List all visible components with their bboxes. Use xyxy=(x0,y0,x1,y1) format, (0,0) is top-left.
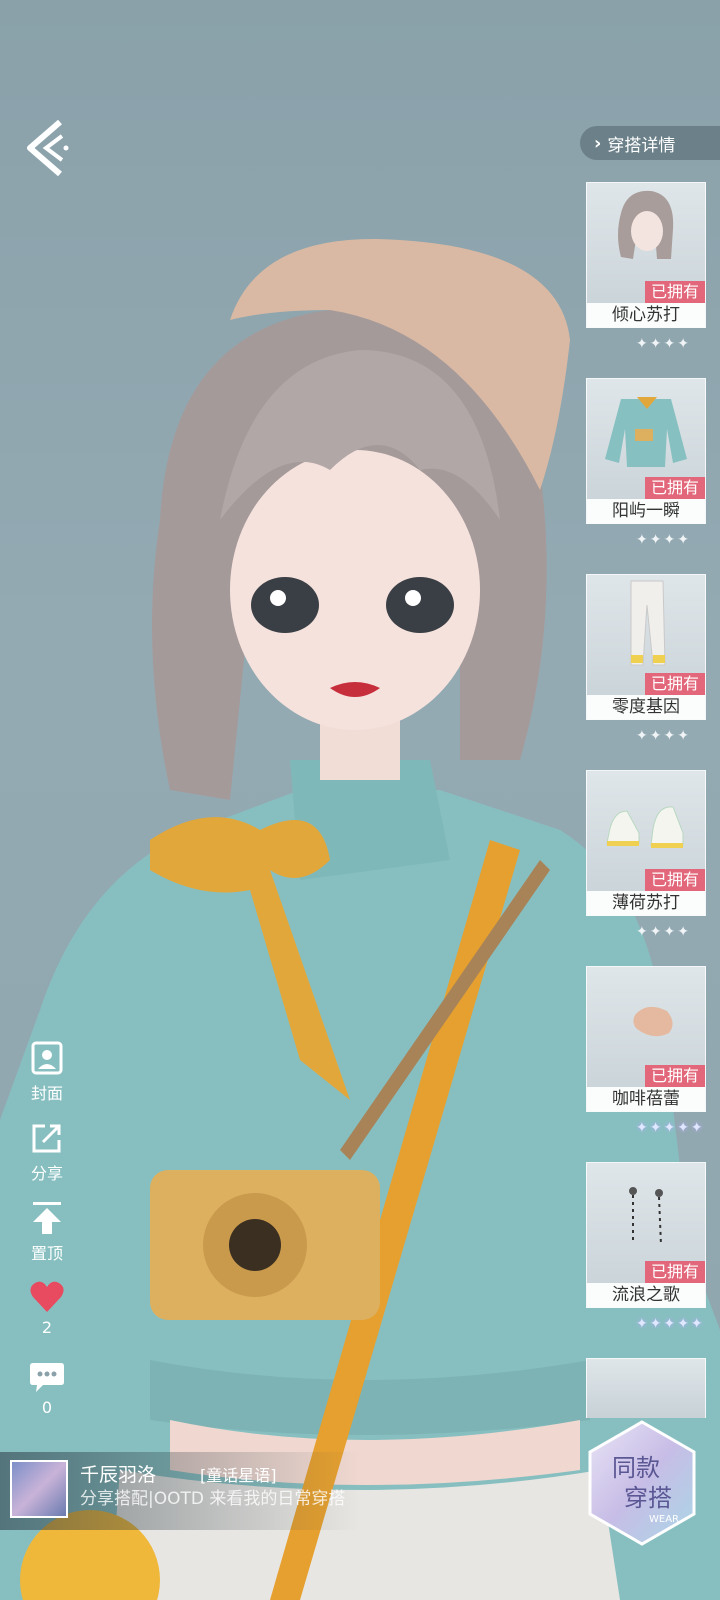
diamond-badge-icon: 同款 穿搭 WEAR xyxy=(588,1420,696,1546)
owned-badge: 已拥有 xyxy=(644,281,705,303)
owned-badge: 已拥有 xyxy=(644,1261,705,1283)
item-name: 倾心苏打 xyxy=(587,303,705,327)
item-card[interactable]: 已拥有 倾心苏打 xyxy=(586,182,706,328)
owned-badge: 已拥有 xyxy=(644,869,705,891)
owned-badge: 已拥有 xyxy=(644,477,705,499)
item-card[interactable]: 已拥有 咖啡蓓蕾 xyxy=(586,966,706,1112)
item-name: 阳屿一瞬 xyxy=(587,499,705,523)
author-name[interactable]: 千辰羽洛 xyxy=(80,1460,156,1487)
item-card[interactable]: 已拥有 流浪之歌 xyxy=(586,1162,706,1308)
item-name: 零度基因 xyxy=(587,695,705,719)
comment-count: 0 xyxy=(41,1398,53,1417)
cover-icon xyxy=(31,1041,63,1075)
item-card[interactable]: 已拥有 零度基因 xyxy=(586,574,706,720)
avatar[interactable] xyxy=(10,1460,68,1518)
outfit-detail-button[interactable]: › 穿搭详情 xyxy=(580,126,720,160)
pin-top-icon xyxy=(33,1202,61,1234)
item-name: 流浪之歌 xyxy=(587,1283,705,1307)
like-count: 2 xyxy=(41,1318,53,1337)
item-name: 咖啡蓓蕾 xyxy=(587,1087,705,1111)
cover-button[interactable]: 封面 xyxy=(22,1040,72,1104)
item-name: 薄荷苏打 xyxy=(587,891,705,915)
owned-badge: 已拥有 xyxy=(644,1065,705,1087)
star-rating: ✦✦✦✦ xyxy=(636,336,691,352)
star-rating: ✦✦✦✦ xyxy=(636,728,691,744)
sweater-icon xyxy=(605,397,687,467)
star-rating: ✦✦✦✦ xyxy=(636,532,691,548)
owned-badge: 已拥有 xyxy=(644,673,705,695)
shoes-icon xyxy=(606,806,684,848)
earrings-icon xyxy=(629,1187,663,1246)
chevron-right-icon: › xyxy=(594,132,602,154)
pin-top-button[interactable]: 置顶 xyxy=(22,1200,72,1264)
same-outfit-line2: 穿搭 xyxy=(624,1484,672,1512)
share-button[interactable]: 分享 xyxy=(22,1120,72,1184)
outfit-detail-label: 穿搭详情 xyxy=(607,135,676,156)
author-tag: [童话星语] xyxy=(200,1466,277,1485)
pants-icon xyxy=(630,580,666,666)
back-arrow-icon xyxy=(27,119,69,177)
heart-icon xyxy=(30,1281,64,1312)
star-rating: ✦✦✦✦ xyxy=(636,924,691,940)
item-card[interactable]: 已拥有 阳屿一瞬 xyxy=(586,378,706,524)
star-rating: ✦✦✦✦✦ xyxy=(636,1120,705,1136)
cover-label: 封面 xyxy=(30,1084,63,1103)
item-card[interactable]: 已拥有 薄荷苏打 xyxy=(586,770,706,916)
same-outfit-sub: WEAR xyxy=(649,1514,679,1525)
like-button[interactable]: 2 xyxy=(22,1280,72,1337)
hair-icon xyxy=(618,190,674,259)
comment-button[interactable]: 0 xyxy=(22,1360,72,1417)
comment-icon xyxy=(30,1363,64,1392)
back-button[interactable] xyxy=(22,118,72,178)
share-icon xyxy=(32,1124,61,1153)
same-outfit-button[interactable]: 同款 穿搭 WEAR xyxy=(586,1418,698,1548)
star-rating: ✦✦✦✦✦ xyxy=(636,1316,705,1332)
pin-top-label: 置顶 xyxy=(30,1244,63,1263)
same-outfit-line1: 同款 xyxy=(612,1454,660,1482)
share-label: 分享 xyxy=(30,1164,63,1183)
beret-icon xyxy=(633,1006,673,1037)
author-description: 分享搭配|OOTD 来看我的日常穿搭 xyxy=(80,1489,346,1509)
item-card-partial[interactable] xyxy=(586,1358,706,1418)
